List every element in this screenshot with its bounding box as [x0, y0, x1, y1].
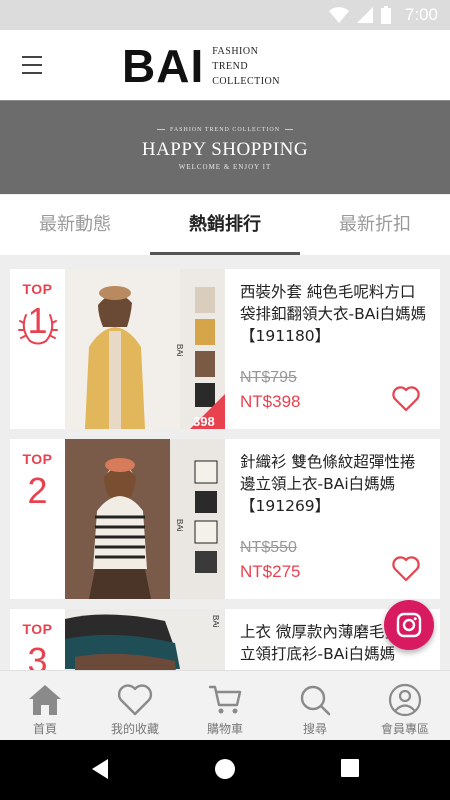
banner-kicker: FASHION TREND COLLECTION	[0, 127, 450, 133]
rank-number: 2	[27, 470, 48, 511]
nav-search-label: 搜尋	[302, 722, 327, 736]
status-icons: 7:00	[328, 5, 438, 25]
original-price: NT$550	[240, 539, 297, 556]
favorite-heart-icon[interactable]	[392, 556, 420, 582]
image-brand-text: BAi	[211, 615, 220, 628]
home-icon	[29, 685, 61, 715]
nav-home[interactable]: 首頁	[0, 671, 90, 740]
battery-icon	[380, 6, 391, 24]
rank-number: 3	[27, 640, 48, 671]
tab-latest-discounts[interactable]: 最新折扣	[300, 195, 450, 255]
product-title[interactable]: 針織衫 雙色條紋超彈性捲邊立領上衣-BAi白媽媽【191269】	[240, 451, 430, 517]
product-image[interactable]: BAi	[65, 609, 225, 670]
product-title[interactable]: 西裝外套 純色毛呢料方口袋排釦翻領大衣-BAi白媽媽【191180】	[240, 281, 430, 347]
rank-top-label: TOP	[22, 621, 53, 637]
rank-badge: TOP 1	[10, 269, 65, 429]
system-navigation-bar	[0, 740, 450, 800]
app-header: BAI FASHION TREND COLLECTION	[0, 30, 450, 100]
nav-favorites-label: 我的收藏	[110, 722, 159, 736]
favorite-heart-icon[interactable]	[392, 386, 420, 412]
product-card[interactable]: TOP 1 BAi 398 西裝外套 純色毛呢料方口袋排釦翻領大衣-BAi白媽媽…	[10, 269, 440, 429]
profile-icon	[388, 683, 422, 717]
image-price-badge: 398	[193, 414, 215, 429]
signal-icon	[356, 7, 373, 23]
promo-banner[interactable]: FASHION TREND COLLECTION HAPPY SHOPPING …	[0, 100, 450, 194]
wifi-icon	[328, 7, 349, 23]
menu-icon-line	[22, 56, 42, 58]
status-bar: 7:00	[0, 0, 450, 30]
rank-top-label: TOP	[22, 451, 53, 467]
product-info: 針織衫 雙色條紋超彈性捲邊立領上衣-BAi白媽媽【191269】	[240, 451, 430, 517]
nav-favorites[interactable]: 我的收藏	[90, 671, 180, 740]
product-photo: BAi 398	[65, 269, 225, 429]
instagram-button[interactable]	[384, 600, 434, 650]
menu-button[interactable]	[22, 54, 48, 76]
tab-latest-news[interactable]: 最新動態	[0, 195, 150, 255]
nav-search[interactable]: 搜尋	[270, 671, 360, 740]
product-list[interactable]: TOP 1 BAi 398 西裝外套 純色毛呢料方口袋排釦翻領大衣-BAi白媽媽…	[0, 255, 450, 670]
heart-icon	[117, 684, 153, 716]
image-brand-text: BAi	[175, 344, 184, 357]
product-info: 西裝外套 純色毛呢料方口袋排釦翻領大衣-BAi白媽媽【191180】	[240, 281, 430, 347]
rank-number: 1	[27, 300, 48, 341]
nav-home-label: 首頁	[32, 722, 57, 736]
product-photo: BAi	[65, 609, 225, 670]
nav-member[interactable]: 會員專區	[360, 671, 450, 740]
product-card[interactable]: TOP 3 BAi 上衣 微厚款內薄磨毛彈性立領打底衫-BAi白媽媽	[10, 609, 440, 670]
rank-top-label: TOP	[22, 281, 53, 297]
recents-icon[interactable]	[340, 758, 360, 778]
nav-cart[interactable]: 購物車	[180, 671, 270, 740]
product-image[interactable]: BAi 398	[65, 269, 225, 429]
rank-badge: TOP 3	[10, 609, 65, 670]
banner-headline: HAPPY SHOPPING	[141, 139, 309, 160]
app-screen: 7:00 BAI FASHION TREND COLLECTION FASHIO…	[0, 0, 450, 800]
product-image[interactable]: BAi	[65, 439, 225, 599]
tagline-line: FASHION	[212, 45, 259, 57]
sale-price: NT$398	[240, 392, 301, 411]
menu-icon-line	[22, 64, 42, 66]
category-tabs: 最新動態 熱銷排行 最新折扣	[0, 195, 450, 255]
brand-logo[interactable]: BAI FASHION TREND COLLECTION	[122, 40, 280, 92]
bottom-navigation: 首頁 我的收藏 購物車 搜尋 會員專區	[0, 670, 450, 740]
tagline-line: COLLECTION	[212, 75, 281, 87]
tab-best-sellers[interactable]: 熱銷排行	[150, 195, 300, 255]
logo-wordmark: BAI	[122, 40, 205, 92]
menu-icon-line	[22, 72, 42, 74]
status-time: 7:00	[404, 5, 438, 24]
instagram-icon	[396, 612, 422, 638]
sale-price: NT$275	[240, 562, 301, 581]
rank-badge: TOP 2	[10, 439, 65, 599]
cart-icon	[208, 685, 242, 714]
tagline-line: TREND	[212, 60, 249, 72]
back-icon[interactable]	[90, 758, 110, 780]
banner-subtitle: WELCOME & ENJOY IT	[178, 163, 272, 171]
product-photo: BAi	[65, 439, 225, 599]
image-brand-text: BAi	[175, 519, 184, 532]
nav-cart-label: 購物車	[206, 722, 243, 736]
home-circle-icon[interactable]	[214, 758, 236, 780]
original-price: NT$795	[240, 369, 297, 386]
nav-member-label: 會員專區	[380, 722, 429, 736]
search-icon	[300, 685, 331, 716]
product-card[interactable]: TOP 2 BAi 針織衫 雙色條紋超彈性捲邊立領上衣-BAi白媽媽【19126…	[10, 439, 440, 599]
logo-tagline: FASHION TREND COLLECTION	[212, 44, 280, 89]
